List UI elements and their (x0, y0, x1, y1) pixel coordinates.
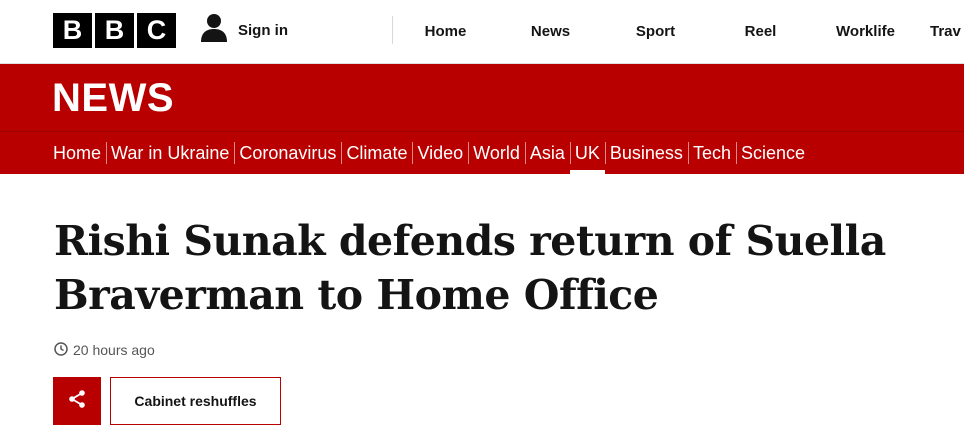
topic-tag-link[interactable]: Cabinet reshuffles (110, 377, 281, 425)
global-nav: Home News Sport Reel Worklife Trav (393, 0, 964, 63)
news-title[interactable]: NEWS (52, 78, 174, 118)
share-icon (67, 389, 87, 414)
section-nav-item-coronavirus[interactable]: Coronavirus (234, 132, 341, 174)
article-headline: Rishi Sunak defends return of Suella Bra… (54, 217, 886, 319)
section-nav-item-world[interactable]: World (468, 132, 525, 174)
bbc-logo-letter: B (53, 13, 92, 48)
sign-in-button[interactable]: Sign in (200, 13, 288, 48)
global-nav-home[interactable]: Home (393, 0, 498, 63)
global-nav-worklife[interactable]: Worklife (813, 0, 918, 63)
user-icon (200, 13, 228, 48)
section-nav-item-asia[interactable]: Asia (524, 132, 570, 174)
global-nav-sport[interactable]: Sport (603, 0, 708, 63)
section-nav-item-home[interactable]: Home (48, 132, 106, 174)
global-nav-reel[interactable]: Reel (708, 0, 813, 63)
section-nav: Home War in Ukraine Coronavirus Climate … (0, 131, 964, 174)
clock-icon (54, 341, 68, 359)
bbc-logo-letter: C (137, 13, 176, 48)
global-header: B B C Sign in Home News Sport Reel Workl… (0, 0, 964, 64)
section-nav-item-climate[interactable]: Climate (341, 132, 412, 174)
global-nav-travel[interactable]: Trav (918, 0, 964, 63)
global-nav-news[interactable]: News (498, 0, 603, 63)
section-nav-item-science[interactable]: Science (735, 132, 810, 174)
section-nav-item-tech[interactable]: Tech (687, 132, 736, 174)
section-nav-item-video[interactable]: Video (412, 132, 468, 174)
bbc-logo[interactable]: B B C (53, 13, 176, 48)
sign-in-label: Sign in (238, 21, 288, 39)
section-nav-item-business[interactable]: Business (604, 132, 688, 174)
section-nav-item-uk[interactable]: UK (569, 132, 605, 174)
article-timestamp: 20 hours ago (54, 341, 155, 359)
share-button[interactable] (53, 377, 101, 425)
bbc-logo-letter: B (95, 13, 134, 48)
timestamp-text: 20 hours ago (73, 342, 155, 358)
section-nav-item-war-in-ukraine[interactable]: War in Ukraine (106, 132, 234, 174)
news-banner: NEWS (0, 64, 964, 131)
